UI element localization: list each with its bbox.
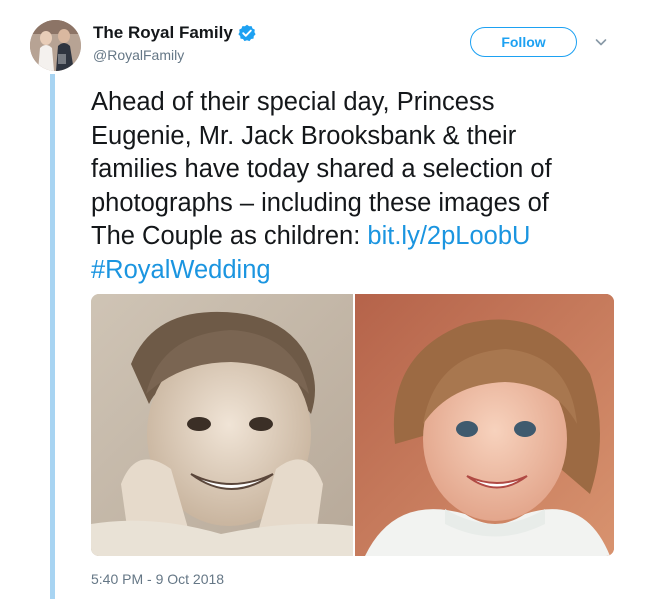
tweet-text-line: families have today shared a selection o… bbox=[91, 155, 552, 183]
author-block: The Royal Family @RoyalFamily bbox=[93, 22, 256, 63]
tweet-text-line: Eugenie, Mr. Jack Brooksbank & their bbox=[91, 121, 517, 150]
avatar[interactable] bbox=[30, 20, 81, 71]
tweet-text-line: The Couple as children: bbox=[91, 222, 368, 250]
tweet-text-line: photographs – including these images of bbox=[91, 188, 549, 217]
tweet-card: The Royal Family @RoyalFamily Follow Ahe… bbox=[0, 0, 650, 599]
tweet-text: Ahead of their special day, Princess Eug… bbox=[91, 86, 631, 287]
boy-photo[interactable] bbox=[91, 294, 353, 556]
tweet-link[interactable]: bit.ly/2pLoobU bbox=[367, 222, 530, 250]
display-name-row: The Royal Family bbox=[93, 22, 256, 44]
chevron-down-icon[interactable] bbox=[594, 35, 608, 49]
timestamp[interactable]: 5:40 PM - 9 Oct 2018 bbox=[91, 571, 224, 587]
handle[interactable]: @RoyalFamily bbox=[93, 47, 256, 63]
display-name[interactable]: The Royal Family bbox=[93, 23, 233, 43]
follow-button[interactable]: Follow bbox=[470, 27, 577, 57]
thread-line bbox=[50, 74, 55, 599]
tweet-text-line: Ahead of their special day, Princess bbox=[91, 88, 495, 116]
media-grid bbox=[91, 294, 614, 556]
tweet-text-line-with-link: The Couple as children: bit.ly/2pLoobU bbox=[91, 220, 631, 254]
verified-badge-icon bbox=[238, 24, 256, 42]
hashtag-link[interactable]: #RoyalWedding bbox=[91, 254, 631, 288]
girl-photo[interactable] bbox=[355, 294, 614, 556]
